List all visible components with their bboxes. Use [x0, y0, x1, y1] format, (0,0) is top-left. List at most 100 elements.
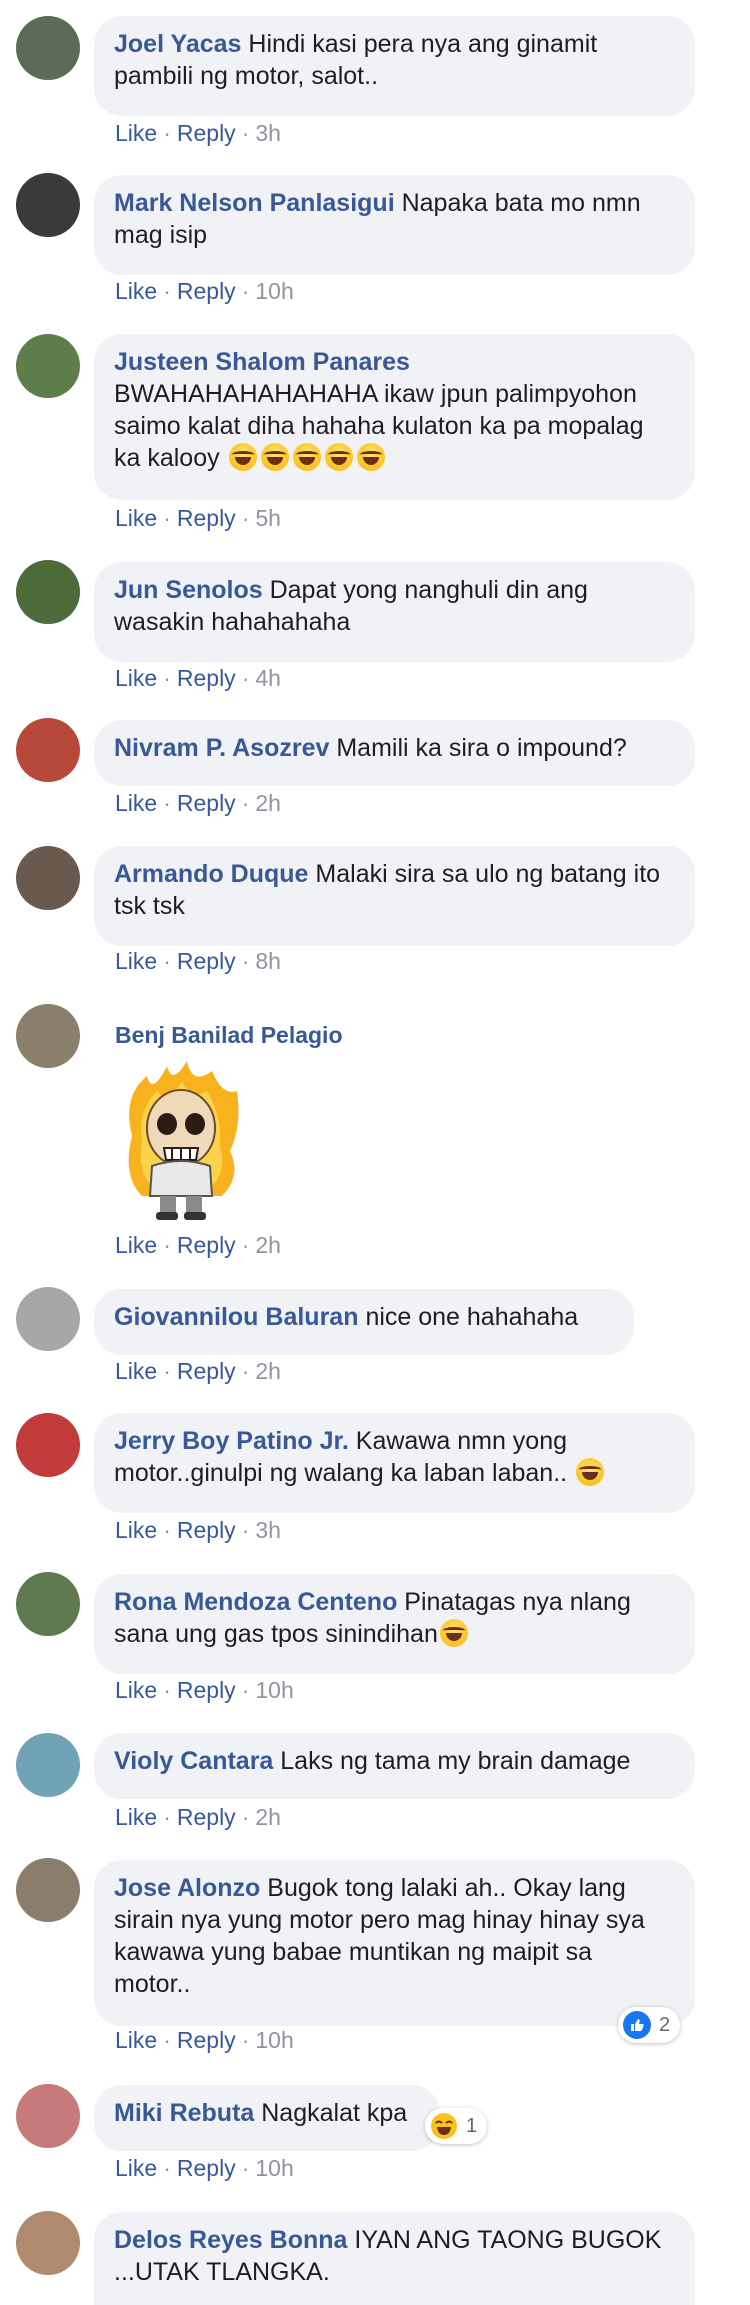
avatar[interactable]	[16, 173, 80, 237]
reply-link[interactable]: Reply	[177, 1517, 236, 1543]
comment-actions: Like · Reply · 10h	[115, 2027, 294, 2054]
like-icon	[623, 2011, 651, 2039]
reply-link[interactable]: Reply	[177, 2155, 236, 2181]
avatar[interactable]	[16, 2084, 80, 2148]
reply-link[interactable]: Reply	[177, 1358, 236, 1384]
separator-dot: ·	[163, 2155, 171, 2181]
like-link[interactable]: Like	[115, 278, 157, 304]
laughing-emoji-icon	[324, 443, 353, 471]
avatar[interactable]	[16, 334, 80, 398]
comment-bubble: Giovannilou Baluran nice one hahahaha	[94, 1289, 634, 1355]
timestamp[interactable]: 3h	[255, 120, 281, 146]
separator-dot: ·	[241, 278, 250, 304]
like-link[interactable]: Like	[115, 1358, 157, 1384]
author-name[interactable]: Joel Yacas	[114, 30, 241, 58]
author-name[interactable]: Armando Duque	[114, 860, 308, 888]
reply-link[interactable]: Reply	[177, 505, 236, 531]
separator-dot: ·	[241, 1517, 250, 1543]
separator-dot: ·	[163, 120, 171, 146]
laughing-emoji-icon	[228, 443, 257, 471]
like-link[interactable]: Like	[115, 665, 157, 691]
reply-link[interactable]: Reply	[177, 790, 236, 816]
avatar[interactable]	[16, 2211, 80, 2275]
avatar[interactable]	[16, 1287, 80, 1351]
timestamp[interactable]: 10h	[255, 278, 293, 304]
reaction-badge[interactable]: 2	[618, 2007, 681, 2043]
avatar[interactable]	[16, 560, 80, 624]
avatar[interactable]	[16, 16, 80, 80]
separator-dot: ·	[241, 1232, 250, 1258]
author-name[interactable]: Violy Cantara	[114, 1747, 273, 1775]
timestamp[interactable]: 10h	[255, 1677, 293, 1703]
timestamp[interactable]: 4h	[255, 665, 281, 691]
timestamp[interactable]: 2h	[255, 1804, 281, 1830]
reply-link[interactable]: Reply	[177, 2027, 236, 2053]
reaction-badge[interactable]: 1	[425, 2108, 488, 2144]
comment-actions: Like · Reply · 2h	[115, 790, 281, 817]
skull-flame-sticker	[128, 1061, 239, 1220]
timestamp[interactable]: 5h	[255, 505, 281, 531]
reply-link[interactable]: Reply	[177, 665, 236, 691]
avatar[interactable]	[16, 1858, 80, 1922]
timestamp[interactable]: 3h	[255, 1517, 281, 1543]
reply-link[interactable]: Reply	[177, 1232, 236, 1258]
timestamp[interactable]: 2h	[255, 790, 281, 816]
comment-actions: Like · Reply · 3h	[115, 1517, 281, 1544]
comment-bubble: Joel Yacas Hindi kasi pera nya ang ginam…	[94, 16, 695, 116]
author-name[interactable]: Delos Reyes Bonna	[114, 2226, 347, 2254]
author-name[interactable]: Benj Banilad Pelagio	[115, 1022, 343, 1049]
comment-bubble: Justeen Shalom Panares BWAHAHAHAHAHAHA i…	[94, 334, 695, 500]
author-name[interactable]: Mark Nelson Panlasigui	[114, 189, 395, 217]
timestamp[interactable]: 10h	[255, 2027, 293, 2053]
timestamp[interactable]: 2h	[255, 1358, 281, 1384]
author-name[interactable]: Jose Alonzo	[114, 1874, 260, 1902]
comment-actions: Like · Reply · 5h	[115, 505, 281, 532]
reply-link[interactable]: Reply	[177, 120, 236, 146]
separator-dot: ·	[163, 1358, 171, 1384]
like-link[interactable]: Like	[115, 120, 157, 146]
like-link[interactable]: Like	[115, 948, 157, 974]
laughing-emoji-icon	[260, 443, 289, 471]
avatar[interactable]	[16, 1572, 80, 1636]
timestamp[interactable]: 8h	[255, 948, 281, 974]
separator-dot: ·	[241, 1677, 250, 1703]
separator-dot: ·	[241, 1358, 250, 1384]
separator-dot: ·	[241, 120, 250, 146]
reply-link[interactable]: Reply	[177, 278, 236, 304]
avatar[interactable]	[16, 1004, 80, 1068]
avatar[interactable]	[16, 1413, 80, 1477]
separator-dot: ·	[241, 505, 250, 531]
avatar[interactable]	[16, 846, 80, 910]
avatar[interactable]	[16, 718, 80, 782]
like-link[interactable]: Like	[115, 1232, 157, 1258]
like-link[interactable]: Like	[115, 1804, 157, 1830]
author-name[interactable]: Giovannilou Baluran	[114, 1303, 358, 1331]
author-name[interactable]: Nivram P. Asozrev	[114, 734, 329, 762]
comment-actions: Like · Reply · 2h	[115, 1804, 281, 1831]
author-name[interactable]: Miki Rebuta	[114, 2099, 254, 2127]
haha-icon	[431, 2113, 457, 2139]
laughing-emoji-icon	[356, 443, 385, 471]
reply-link[interactable]: Reply	[177, 948, 236, 974]
author-name[interactable]: Rona Mendoza Centeno	[114, 1588, 397, 1616]
like-link[interactable]: Like	[115, 790, 157, 816]
reply-link[interactable]: Reply	[177, 1677, 236, 1703]
timestamp[interactable]: 2h	[255, 1232, 281, 1258]
author-name[interactable]: Justeen Shalom Panares	[114, 346, 671, 378]
author-name[interactable]: Jerry Boy Patino Jr.	[114, 1427, 349, 1455]
like-link[interactable]: Like	[115, 505, 157, 531]
comment-bubble: Armando Duque Malaki sira sa ulo ng bata…	[94, 846, 695, 946]
laughing-emoji-icon	[576, 1458, 605, 1486]
like-link[interactable]: Like	[115, 2027, 157, 2053]
reply-link[interactable]: Reply	[177, 1804, 236, 1830]
like-link[interactable]: Like	[115, 1517, 157, 1543]
timestamp[interactable]: 10h	[255, 2155, 293, 2181]
comment-bubble: Violy Cantara Laks ng tama my brain dama…	[94, 1733, 695, 1799]
comment-text: Laks ng tama my brain damage	[280, 1747, 631, 1775]
author-name[interactable]: Jun Senolos	[114, 576, 263, 604]
comment-actions: Like · Reply · 2h	[115, 1358, 281, 1385]
avatar[interactable]	[16, 1733, 80, 1797]
like-link[interactable]: Like	[115, 2155, 157, 2181]
comment-bubble: Delos Reyes Bonna IYAN ANG TAONG BUGOK .…	[94, 2212, 695, 2305]
like-link[interactable]: Like	[115, 1677, 157, 1703]
